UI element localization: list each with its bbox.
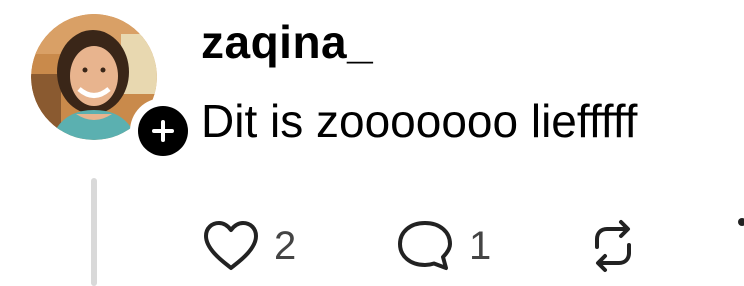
share-icon[interactable]: [738, 218, 744, 226]
heart-icon: [204, 221, 258, 270]
plus-icon: [152, 120, 174, 142]
follow-badge: [138, 106, 188, 156]
comment-button[interactable]: 1: [395, 216, 491, 276]
repost-button[interactable]: [583, 216, 643, 276]
like-count: 2: [274, 224, 297, 268]
comment-bubble-icon: [398, 221, 452, 270]
username[interactable]: zaqina_: [201, 12, 373, 72]
post-text: Dit is zooooooo liefffff: [201, 95, 638, 147]
repost-icon: [595, 220, 631, 272]
follow-button[interactable]: [130, 98, 196, 164]
avatar-container[interactable]: [31, 14, 196, 164]
comment-count: 1: [469, 224, 492, 268]
like-button[interactable]: 2: [202, 216, 296, 276]
thread-line: [91, 178, 97, 286]
